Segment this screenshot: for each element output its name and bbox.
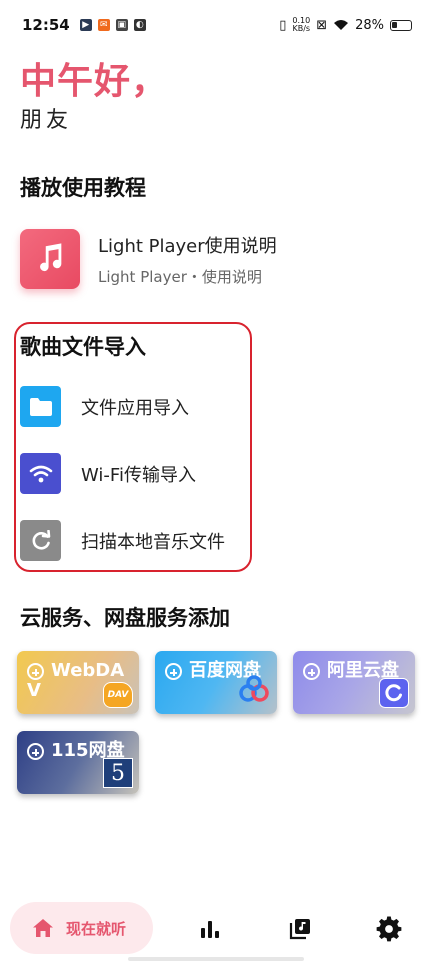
cloud-card-webdav[interactable]: WebDA V DAV [17,651,139,714]
webdav-logo-icon: DAV [103,682,133,708]
music-library-icon [289,919,310,940]
home-indicator [128,957,304,961]
tutorial-item[interactable]: Light Player使用说明 Light Player・使用说明 [20,229,277,289]
battery-percent: 28% [355,17,384,33]
nav-now-playing-label: 现在就听 [66,919,127,938]
bottom-navigation: 现在就听 [0,896,432,964]
tutorial-section-title: 播放使用教程 [20,176,146,200]
notification-app-icon: ✉ [97,19,110,31]
greeting-title: 中午好， [20,61,169,102]
import-item-files[interactable]: 文件应用导入 [20,386,189,427]
add-icon [27,743,44,760]
add-icon [27,663,44,680]
bar-chart-icon [201,921,219,938]
gear-icon [376,916,402,942]
add-icon [165,663,182,680]
status-time: 12:54 [22,16,70,34]
aliyun-pan-logo-icon [379,678,409,708]
home-icon [33,919,53,937]
vibrate-icon: ▯ [279,17,287,33]
cloud-card-label: WebDA [51,660,125,681]
music-note-icon [20,229,80,289]
nav-now-playing[interactable]: 现在就听 [10,902,153,954]
cloud-card-115[interactable]: 115网盘 5 [17,731,139,794]
greeting-subtitle: 朋友 [20,108,73,133]
notification-app-icon: ▶ [79,19,92,31]
import-section-title: 歌曲文件导入 [20,335,146,359]
115-logo-icon: 5 [103,758,133,788]
no-sim-icon: ⊠ [316,17,328,33]
nav-library[interactable] [287,916,313,942]
folder-icon [20,386,61,427]
import-item-label: Wi-Fi传输导入 [81,464,196,486]
tutorial-item-title: Light Player使用说明 [98,235,277,257]
notification-app-icon: ◐ [133,19,146,31]
refresh-icon [20,520,61,561]
status-bar: 12:54 ▶ ✉ ▣ ◐ ▯ 0.10 KB/s ⊠ 28% [0,0,432,50]
cloud-card-aliyun[interactable]: 阿里云盘 [293,651,415,714]
import-item-label: 文件应用导入 [81,397,189,419]
cloud-section-title: 云服务、网盘服务添加 [20,606,230,630]
import-item-label: 扫描本地音乐文件 [81,531,225,553]
nav-charts[interactable] [197,916,223,942]
import-item-scan[interactable]: 扫描本地音乐文件 [20,520,225,561]
import-item-wifi[interactable]: Wi-Fi传输导入 [20,453,196,494]
network-speed: 0.10 KB/s [292,16,311,33]
nav-settings[interactable] [376,916,402,942]
battery-icon [390,19,412,31]
wifi-icon [20,453,61,494]
add-icon [303,663,320,680]
baidu-pan-logo-icon [237,675,271,708]
tutorial-item-subtitle: Light Player・使用说明 [98,267,262,286]
wifi-status-icon [334,20,349,30]
notification-app-icon: ▣ [115,19,128,31]
cloud-card-baidu[interactable]: 百度网盘 [155,651,277,714]
